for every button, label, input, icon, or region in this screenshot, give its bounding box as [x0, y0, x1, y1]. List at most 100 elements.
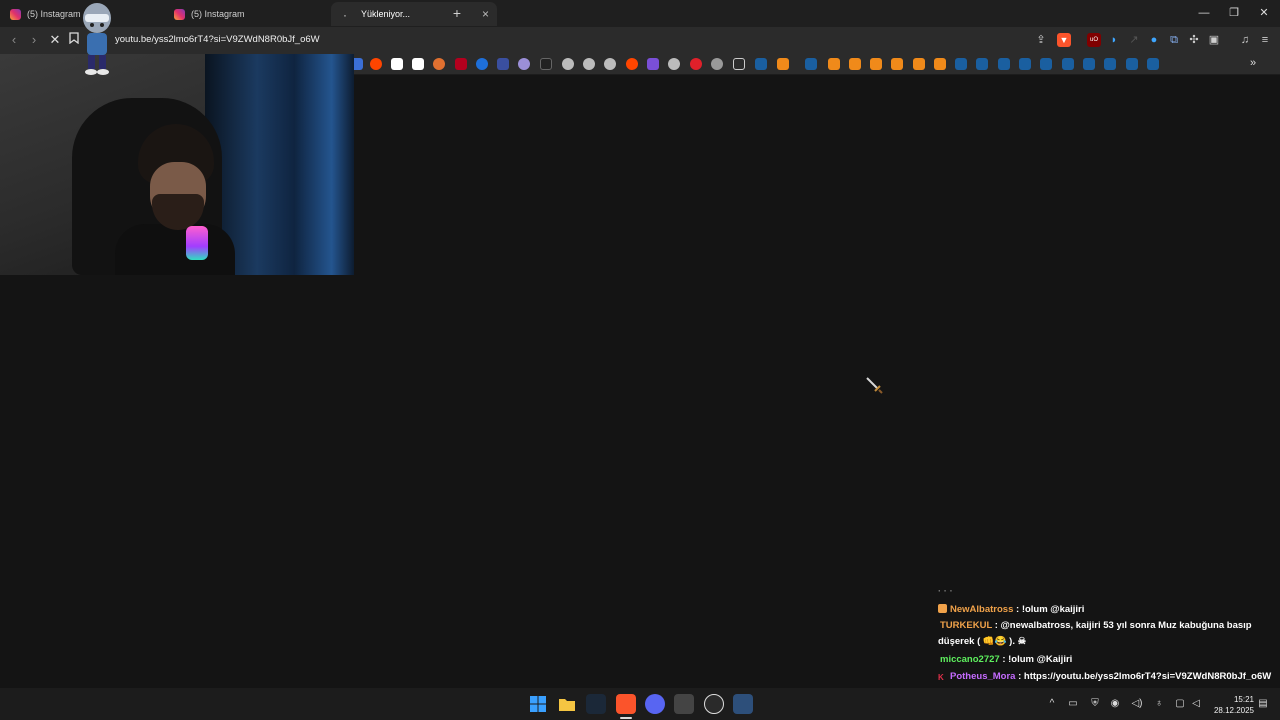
settings-icon[interactable]: [711, 58, 723, 70]
forward-button[interactable]: ›: [25, 31, 43, 49]
chat-username: Potheus_Mora: [950, 671, 1016, 682]
bookmark-icon[interactable]: [433, 58, 445, 70]
bookmark-icon[interactable]: [647, 58, 659, 70]
badge-icon: [938, 604, 947, 613]
bookmark-icon[interactable]: [540, 58, 552, 70]
clock[interactable]: 15:21 28.12.2025: [1206, 694, 1254, 716]
tab-strip: (5) Instagram (5) Instagram ⠄ Yükleniyor…: [0, 0, 1280, 27]
steam-tray-icon[interactable]: ◉: [1108, 697, 1122, 711]
patreon-icon[interactable]: [391, 58, 403, 70]
loading-spinner-icon: ⠄: [343, 9, 350, 19]
tab-label: (5) Instagram: [27, 9, 81, 19]
extension-icon[interactable]: ◗: [1107, 33, 1121, 47]
steam-icon[interactable]: [1040, 58, 1052, 70]
steam-icon[interactable]: [1147, 58, 1159, 70]
new-tab-button[interactable]: +: [448, 4, 466, 22]
bookmark-icon[interactable]: [455, 58, 467, 70]
steam-icon[interactable]: [1126, 58, 1138, 70]
webcam-overlay: [0, 54, 354, 275]
tab-close-icon[interactable]: ×: [482, 7, 489, 21]
globe-icon[interactable]: [668, 58, 680, 70]
battery-icon[interactable]: ▭: [1066, 697, 1080, 711]
steam-icon[interactable]: [976, 58, 988, 70]
steam-icon[interactable]: [998, 58, 1010, 70]
globe-icon[interactable]: [583, 58, 595, 70]
amazon-icon[interactable]: [412, 58, 424, 70]
stop-loading-button[interactable]: ✕: [46, 31, 64, 49]
folder-icon[interactable]: [733, 58, 745, 70]
steam-icon[interactable]: [955, 58, 967, 70]
reddit-icon[interactable]: [626, 58, 638, 70]
chat-text: düşerek ( 👊😂 ). ☠: [938, 636, 1027, 647]
chat-message: NewAlbatross : !olum @kaijiri: [938, 604, 1084, 615]
bookmarks-overflow-button[interactable]: »: [1250, 57, 1256, 69]
chat-username: TURKEKUL: [940, 620, 993, 631]
brave-shield-icon[interactable]: ▼: [1057, 33, 1071, 47]
ublock-icon[interactable]: uO: [1087, 33, 1101, 47]
clock-time: 15:21: [1233, 695, 1254, 704]
steam-icon[interactable]: [805, 58, 817, 70]
microphone-tray-icon[interactable]: ♁: [1152, 697, 1166, 711]
puzzle-icon[interactable]: ✣: [1187, 33, 1201, 47]
kick-badge-icon: K: [938, 673, 944, 682]
extension-icon[interactable]: ↗: [1127, 33, 1141, 47]
bookmark-icon[interactable]: [934, 58, 946, 70]
steam-icon[interactable]: [1019, 58, 1031, 70]
brave-icon[interactable]: [616, 694, 636, 714]
steam-icon[interactable]: [586, 694, 606, 714]
microphone-icon: [186, 226, 208, 260]
bookmark-icon[interactable]: [518, 58, 530, 70]
speaker-icon[interactable]: ◁): [1130, 697, 1144, 711]
unity-icon[interactable]: [674, 694, 694, 714]
instagram-icon: [10, 8, 21, 20]
steam-icon[interactable]: [1104, 58, 1116, 70]
bookmark-icon[interactable]: [849, 58, 861, 70]
tab-label: (5) Instagram: [191, 9, 245, 19]
globe-icon[interactable]: [604, 58, 616, 70]
instagram-icon: [174, 8, 185, 20]
tab-loading[interactable]: ⠄ Yükleniyor... ×: [331, 2, 497, 26]
maximize-button[interactable]: ❐: [1220, 4, 1248, 22]
chat-username: miccano2727: [940, 654, 1000, 665]
minimize-button[interactable]: —: [1190, 4, 1218, 22]
url-input[interactable]: youtu.be/yss2lmo6rT4?si=V9ZWdN8R0bJf_o6W: [115, 34, 320, 45]
menu-icon[interactable]: ≡: [1258, 33, 1272, 47]
clock-date: 28.12.2025: [1213, 706, 1254, 715]
close-window-button[interactable]: ✕: [1250, 4, 1278, 22]
character-sticker: [83, 3, 111, 75]
bookmark-icon[interactable]: [913, 58, 925, 70]
bookmark-icon[interactable]: [690, 58, 702, 70]
windows-start-icon[interactable]: [528, 694, 548, 714]
tab-instagram-2[interactable]: (5) Instagram: [166, 2, 332, 26]
chat-text: @newalbatross, kaijiri 53 yıl sonra Muz …: [1000, 620, 1252, 631]
translate-icon[interactable]: ⧉: [1167, 33, 1181, 47]
chat-message: K Potheus_Mora : https://youtu.be/yss2lmo…: [938, 671, 1271, 682]
bookmark-icon[interactable]: [828, 58, 840, 70]
share-icon[interactable]: ⇪: [1034, 33, 1048, 47]
bookmark-icon[interactable]: [891, 58, 903, 70]
discord-icon[interactable]: [645, 694, 665, 714]
extension-icon[interactable]: ●: [1147, 33, 1161, 47]
tray-expand-icon[interactable]: ^: [1045, 697, 1059, 711]
network-icon[interactable]: ▢: [1173, 697, 1187, 711]
notification-icon[interactable]: ▤: [1256, 697, 1270, 711]
bookmark-icon[interactable]: [870, 58, 882, 70]
steam-icon[interactable]: [755, 58, 767, 70]
bookmark-icon[interactable]: [476, 58, 488, 70]
volume-icon[interactable]: ◁: [1189, 697, 1203, 711]
chat-text: !olum @kaijiri: [1021, 604, 1085, 615]
reddit-icon[interactable]: [370, 58, 382, 70]
steam-icon[interactable]: [1083, 58, 1095, 70]
steam-icon[interactable]: [1062, 58, 1074, 70]
tab-label: Yükleniyor...: [361, 9, 411, 19]
app-icon[interactable]: [733, 694, 753, 714]
security-icon[interactable]: ⛨: [1088, 697, 1102, 711]
obs-icon[interactable]: [704, 694, 724, 714]
bookmark-icon[interactable]: [497, 58, 509, 70]
bookmark-icon[interactable]: [777, 58, 789, 70]
sidebar-icon[interactable]: ▣: [1207, 33, 1221, 47]
globe-icon[interactable]: [562, 58, 574, 70]
file-explorer-icon[interactable]: [557, 694, 577, 714]
back-button[interactable]: ‹: [5, 31, 23, 49]
music-icon[interactable]: ♫: [1238, 33, 1252, 47]
